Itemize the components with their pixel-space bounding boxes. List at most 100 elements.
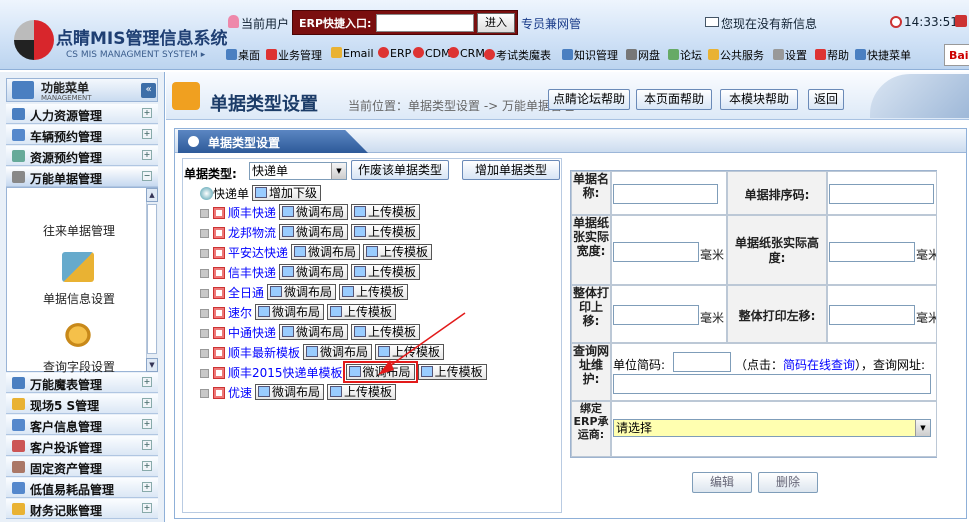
carrier-select[interactable]: 请选择 ▼	[613, 419, 931, 437]
forum-help-button[interactable]: 点睛论坛帮助	[548, 89, 630, 110]
offset-top-label: 整体打印上移:	[571, 285, 611, 343]
offset-left-input[interactable]	[829, 305, 915, 325]
erp-enter-button[interactable]: 进入	[477, 13, 515, 33]
erp-quick-entry-input[interactable]	[376, 14, 474, 32]
delete-button[interactable]: 删除	[758, 472, 818, 493]
edit-button[interactable]: 编辑	[692, 472, 752, 493]
expand-icon: +	[142, 482, 152, 492]
submenu-item-exchange-doc[interactable]: 往来单据管理	[14, 222, 144, 239]
settings-icon	[773, 49, 784, 60]
sidebar-item-fixed-asset[interactable]: 固定资产管理 +	[6, 457, 158, 477]
nav-knowledge[interactable]: 知识管理	[562, 47, 618, 63]
cdm-icon	[413, 47, 424, 58]
upload-template-button[interactable]: 上传模板	[363, 244, 433, 260]
upload-template-button[interactable]: 上传模板	[351, 224, 421, 240]
sidebar-item-complaint[interactable]: 客户投诉管理 +	[6, 436, 158, 456]
height-input[interactable]	[829, 242, 915, 262]
adjust-layout-button[interactable]: 微调布局	[303, 344, 373, 360]
brand-button[interactable]: Bai	[944, 44, 969, 66]
sidebar-item-customer[interactable]: 客户信息管理 +	[6, 415, 158, 435]
type-label: 单据类型:	[184, 167, 237, 181]
module-help-button[interactable]: 本模块帮助	[720, 89, 798, 110]
adjust-layout-button[interactable]: 微调布局	[279, 224, 349, 240]
add-child-button[interactable]: 增加下级	[252, 185, 322, 201]
sidebar-item-resource[interactable]: 资源预约管理 +	[6, 146, 158, 166]
add-type-button[interactable]: 增加单据类型	[462, 160, 560, 180]
consumables-icon	[12, 482, 25, 494]
nav-erp[interactable]: ERP	[378, 47, 411, 60]
type-select[interactable]: 快递单 ▼	[249, 162, 347, 180]
erp-quick-entry-label: ERP快捷入口:	[299, 17, 372, 30]
tree-root-label[interactable]: 快递单	[213, 187, 249, 201]
doc-icon	[213, 227, 225, 239]
erp-icon	[378, 47, 389, 58]
adjust-layout-button[interactable]: 微调布局	[267, 284, 337, 300]
query-url-input[interactable]	[613, 374, 931, 394]
sidebar-item-5s[interactable]: 现场5 S管理 +	[6, 394, 158, 414]
tree-item: 全日通 微调布局 上传模板	[200, 284, 487, 304]
nav-quick-menu[interactable]: 快捷菜单	[855, 47, 911, 63]
tree-item: 顺丰快递 微调布局 上传模板	[200, 204, 487, 224]
nav-desktop[interactable]: 桌面	[226, 47, 260, 63]
nav-cdm[interactable]: CDM	[413, 47, 451, 60]
sort-label: 单据排序码:	[727, 171, 827, 215]
panel-bullet-icon	[188, 136, 199, 147]
nav-forum[interactable]: 论坛	[668, 47, 702, 63]
adjust-layout-button[interactable]: 微调布局	[279, 324, 349, 340]
nav-exam[interactable]: 考试类魔表	[484, 47, 551, 63]
height-unit: 毫米	[916, 248, 936, 262]
sidebar-item-vehicle[interactable]: 车辆预约管理 +	[6, 125, 158, 145]
sidebar-item-universal-doc[interactable]: 万能单据管理 −	[6, 167, 158, 187]
panel-title: 单据类型设置	[208, 136, 281, 150]
user-role-text[interactable]: 专员兼网管	[521, 15, 581, 32]
upload-template-button[interactable]: 上传模板	[351, 264, 421, 280]
adjust-layout-button[interactable]: 微调布局	[291, 244, 361, 260]
submenu-item-doc-info[interactable]: 单据信息设置	[14, 290, 144, 307]
name-input[interactable]	[613, 184, 718, 204]
nav-email[interactable]: Email	[331, 47, 374, 60]
upload-template-button[interactable]: 上传模板	[327, 384, 397, 400]
hr-icon	[12, 108, 25, 120]
sidebar-collapse-button[interactable]: «	[141, 83, 156, 98]
collapse-icon: −	[142, 171, 152, 181]
expand-icon: +	[142, 129, 152, 139]
scrollbar-thumb[interactable]	[147, 204, 157, 354]
sidebar-item-hr[interactable]: 人力资源管理 +	[6, 104, 158, 124]
sidebar-item-consumables[interactable]: 低值易耗品管理 +	[6, 478, 158, 498]
customer-icon	[12, 419, 25, 431]
sort-input[interactable]	[829, 184, 934, 204]
nav-public-service[interactable]: 公共服务	[708, 47, 764, 63]
sidebar-item-finance[interactable]: 财务记账管理 +	[6, 499, 158, 519]
nav-business[interactable]: 业务管理	[266, 47, 322, 63]
breadcrumb: 当前位置：单据类型设置 -> 万能单据管理	[348, 99, 575, 113]
scroll-down-icon[interactable]: ▼	[146, 358, 158, 372]
nav-crm[interactable]: CRM	[448, 47, 485, 60]
exit-icon[interactable]	[955, 15, 967, 27]
doc-icon	[213, 387, 225, 399]
code-lookup-link[interactable]: 简码在线查询	[783, 358, 855, 372]
tree-item: 信丰快递 微调布局 上传模板	[200, 264, 487, 284]
back-button[interactable]: 返回	[808, 89, 844, 110]
upload-template-button[interactable]: 上传模板	[339, 284, 409, 300]
expand-icon: +	[142, 503, 152, 513]
adjust-layout-button[interactable]: 微调布局	[279, 264, 349, 280]
upload-template-button[interactable]: 上传模板	[351, 204, 421, 220]
adjust-layout-button[interactable]: 微调布局	[255, 384, 325, 400]
tree-item: 优速 微调布局 上传模板	[200, 384, 487, 404]
sidebar-item-magic-table[interactable]: 万能魔表管理 +	[6, 373, 158, 393]
width-input[interactable]	[613, 242, 699, 262]
nav-settings[interactable]: 设置	[773, 47, 807, 63]
nav-netdisk[interactable]: 网盘	[626, 47, 660, 63]
doc-type-icon	[172, 82, 200, 110]
page-help-button[interactable]: 本页面帮助	[636, 89, 712, 110]
adjust-layout-button[interactable]: 微调布局	[255, 304, 325, 320]
expand-icon: +	[142, 377, 152, 387]
message-status[interactable]: 您现在没有新信息	[721, 15, 817, 32]
unit-code-input[interactable]	[673, 352, 731, 372]
offset-top-input[interactable]	[613, 305, 699, 325]
scroll-up-icon[interactable]: ▲	[146, 188, 158, 202]
expand-icon: +	[142, 440, 152, 450]
nav-help[interactable]: 帮助	[815, 47, 849, 63]
discard-type-button[interactable]: 作废该单据类型	[351, 160, 449, 180]
adjust-layout-button[interactable]: 微调布局	[279, 204, 349, 220]
